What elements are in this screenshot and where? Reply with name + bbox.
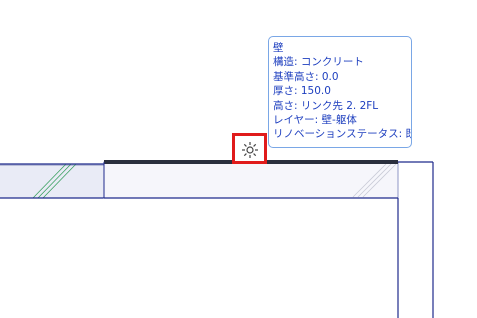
- tooltip-base-height: 基準高さ: 0.0: [273, 70, 339, 83]
- tooltip-structure: 構造: コンクリート: [273, 56, 364, 69]
- snap-point-highlight[interactable]: [232, 133, 267, 164]
- snap-point-icon: [242, 142, 258, 158]
- wall-segment-left[interactable]: [0, 164, 104, 198]
- tooltip-title: 壁: [273, 42, 284, 54]
- tooltip-height: 高さ: リンク先 2. 2FL: [273, 99, 379, 112]
- tooltip-renovation-status: リノベーションステータス: 既存: [273, 128, 412, 141]
- tooltip-thickness: 厚さ: 150.0: [273, 85, 331, 98]
- selected-wall[interactable]: [103, 161, 399, 199]
- element-tooltip: 壁 構造: コンクリート 基準高さ: 0.0 厚さ: 150.0 高さ: リンク…: [268, 36, 412, 148]
- tooltip-layer: レイヤー: 壁-躯体: [273, 114, 357, 127]
